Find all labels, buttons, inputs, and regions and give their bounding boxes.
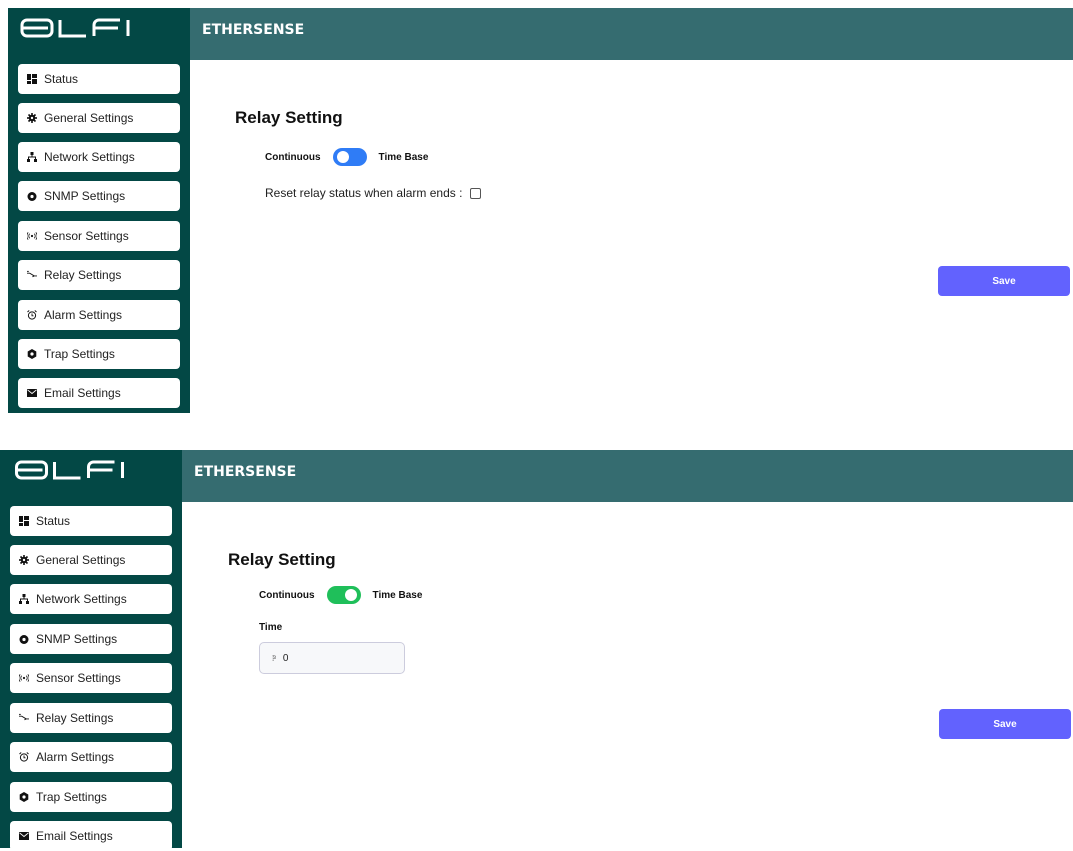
app-title: ETHERSENSE: [194, 464, 297, 480]
dashboard-icon: [27, 74, 37, 84]
time-input-value: 0: [282, 652, 289, 664]
sidebar-item-status[interactable]: Status: [10, 506, 172, 536]
sidebar-item-label: SNMP Settings: [36, 632, 118, 646]
sidebar-item-email-settings[interactable]: Email Settings: [18, 378, 180, 408]
sidebar-item-email-settings[interactable]: Email Settings: [10, 821, 172, 851]
gear-icon: [19, 555, 29, 565]
sidebar-item-general-settings[interactable]: General Settings: [10, 545, 172, 575]
elfi-logo: [20, 18, 160, 46]
relay-icon: [27, 270, 37, 280]
sidebar-item-relay-settings[interactable]: Relay Settings: [18, 260, 180, 290]
sidebar-item-label: Trap Settings: [44, 347, 115, 361]
sidebar-item-sensor-settings[interactable]: Sensor Settings: [18, 221, 180, 251]
sidebar-item-relay-settings[interactable]: Relay Settings: [10, 703, 172, 733]
toggle-left-label: Continuous: [259, 589, 315, 601]
reset-relay-label: Reset relay status when alarm ends :: [265, 186, 463, 200]
sidebar-item-label: Sensor Settings: [36, 671, 121, 685]
app-title: ETHERSENSE: [202, 22, 305, 38]
time-input[interactable]: ⁞³ 0: [259, 642, 405, 674]
sidebar-item-general-settings[interactable]: General Settings: [18, 103, 180, 133]
page-title: Relay Setting: [235, 108, 343, 127]
broadcast-icon: [27, 231, 37, 241]
network-icon: [27, 152, 37, 162]
sidebar-item-label: Alarm Settings: [44, 308, 123, 322]
reset-relay-checkbox[interactable]: [470, 187, 482, 199]
sidebar-item-network-settings[interactable]: Network Settings: [10, 584, 172, 614]
sidebar-item-trap-settings[interactable]: Trap Settings: [10, 782, 172, 812]
relay-mode-switch[interactable]: [326, 586, 361, 604]
toggle-right-label: Time Base: [372, 589, 423, 601]
sidebar-item-label: Relay Settings: [36, 711, 114, 725]
hexagon-icon: [27, 349, 37, 359]
sidebar-item-label: Alarm Settings: [36, 750, 115, 764]
sidebar-item-snmp-settings[interactable]: SNMP Settings: [10, 624, 172, 654]
sidebar: Status General Settings Network Settings…: [8, 8, 190, 413]
time-label: Time: [259, 622, 283, 633]
hexagon-icon: [19, 792, 29, 802]
sidebar-item-label: Trap Settings: [36, 790, 107, 804]
snmp-gear-icon: [27, 191, 37, 201]
screen-continuous-mode: Status General Settings Network Settings…: [8, 8, 1073, 413]
sidebar-item-alarm-settings[interactable]: Alarm Settings: [10, 742, 172, 772]
number-icon: ⁞³: [272, 653, 276, 663]
sidebar-item-sensor-settings[interactable]: Sensor Settings: [10, 663, 172, 693]
sidebar-item-snmp-settings[interactable]: SNMP Settings: [18, 181, 180, 211]
sidebar-item-label: Sensor Settings: [44, 229, 129, 243]
relay-icon: [19, 713, 29, 723]
app-header: ETHERSENSE: [182, 450, 1073, 502]
reset-relay-row: Reset relay status when alarm ends :: [265, 186, 482, 200]
page-title: Relay Setting: [228, 550, 336, 569]
broadcast-icon: [19, 673, 29, 683]
sidebar-item-label: Status: [36, 514, 71, 528]
relay-mode-switch[interactable]: [332, 148, 367, 166]
sidebar-item-label: General Settings: [36, 553, 126, 567]
alarm-clock-icon: [27, 310, 37, 320]
sidebar-item-alarm-settings[interactable]: Alarm Settings: [18, 300, 180, 330]
gear-icon: [27, 113, 37, 123]
sidebar-item-label: General Settings: [44, 111, 134, 125]
screen-time-base-mode: Status General Settings Network Settings…: [0, 450, 1073, 851]
save-button[interactable]: Save: [939, 709, 1071, 739]
app-header: ETHERSENSE: [190, 8, 1073, 60]
sidebar-item-label: Network Settings: [44, 150, 135, 164]
envelope-icon: [19, 831, 29, 841]
sidebar-item-label: Email Settings: [36, 829, 113, 843]
network-icon: [19, 594, 29, 604]
relay-mode-toggle-row: Continuous Time Base: [259, 586, 422, 604]
sidebar-item-label: Status: [44, 72, 79, 86]
alarm-clock-icon: [19, 752, 29, 762]
envelope-icon: [27, 388, 37, 398]
sidebar-item-label: SNMP Settings: [44, 189, 126, 203]
sidebar-item-label: Email Settings: [44, 386, 121, 400]
save-button[interactable]: Save: [938, 266, 1070, 296]
toggle-right-label: Time Base: [378, 151, 429, 163]
sidebar-item-trap-settings[interactable]: Trap Settings: [18, 339, 180, 369]
snmp-gear-icon: [19, 634, 29, 644]
switch-knob: [344, 589, 357, 601]
toggle-left-label: Continuous: [265, 151, 321, 163]
elfi-logo: [12, 460, 152, 488]
sidebar-item-label: Relay Settings: [44, 268, 122, 282]
sidebar-item-network-settings[interactable]: Network Settings: [18, 142, 180, 172]
dashboard-icon: [19, 516, 29, 526]
switch-knob: [336, 151, 349, 163]
sidebar-item-label: Network Settings: [36, 592, 127, 606]
relay-mode-toggle-row: Continuous Time Base: [265, 148, 428, 166]
sidebar-item-status[interactable]: Status: [18, 64, 180, 94]
sidebar: Status General Settings Network Settings…: [0, 450, 182, 851]
